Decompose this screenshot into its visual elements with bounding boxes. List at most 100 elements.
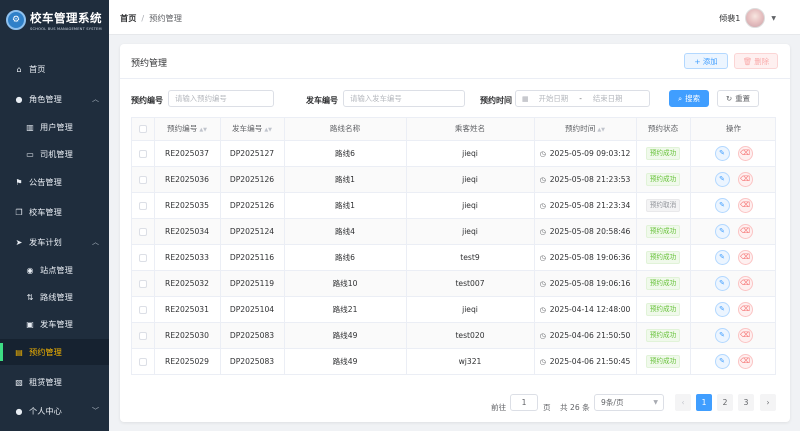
status-cell: 预约成功	[636, 348, 691, 374]
column-reservation-no[interactable]: 预约编号 ▲▼	[154, 118, 221, 141]
route-cell: 路线49	[284, 348, 407, 374]
sidebar-item-drivers[interactable]: ▭ 司机管理	[0, 141, 109, 167]
time-cell: ◷ 2025-04-06 21:50:50	[534, 322, 637, 349]
delete-row-button[interactable]: ⌫	[737, 275, 753, 291]
table-row[interactable]: RE2025035 DP2025126 路线1 jieqi ◷ 2025-05-08 21…	[132, 192, 775, 219]
edit-button[interactable]: ✎	[714, 249, 730, 265]
sort-icon[interactable]: ▲▼	[264, 127, 272, 133]
time-cell: ◷ 2025-05-08 20:58:46	[534, 218, 637, 245]
edit-button[interactable]: ✎	[714, 301, 730, 317]
search-icon: ⌕	[678, 93, 683, 103]
search-button[interactable]: ⌕ 搜索	[669, 90, 709, 107]
edit-button[interactable]: ✎	[714, 223, 730, 239]
sidebar-item-routes[interactable]: ⇅ 路线管理	[0, 284, 109, 310]
edit-button[interactable]: ✎	[714, 275, 730, 291]
sidebar-item-roles[interactable]: ● 角色管理 ︿	[0, 86, 109, 112]
table-row[interactable]: RE2025032 DP2025119 路线10 test007 ◷ 2025-05-08…	[132, 270, 775, 297]
column-passenger: 乘客姓名	[406, 118, 535, 141]
next-page-button[interactable]: ›	[760, 394, 776, 411]
sidebar-item-buses[interactable]: ❐ 校车管理	[0, 199, 109, 225]
row-checkbox[interactable]	[132, 322, 155, 349]
edit-button[interactable]: ✎	[714, 197, 730, 213]
row-checkbox[interactable]	[132, 348, 155, 374]
reservation-time-label: 预约时间	[480, 96, 512, 105]
sidebar-item-reservations[interactable]: ▤ 预约管理	[0, 339, 109, 365]
trash-icon: ⌫	[740, 174, 750, 183]
delete-row-button[interactable]: ⌫	[737, 249, 753, 265]
table-row[interactable]: RE2025030 DP2025083 路线49 test020 ◷ 2025-04-06…	[132, 322, 775, 349]
bus-logo-icon: ⚙	[6, 10, 26, 30]
edit-button[interactable]: ✎	[714, 327, 730, 343]
page-3[interactable]: 3	[738, 394, 754, 411]
column-time[interactable]: 预约时间 ▲▼	[534, 118, 637, 141]
sidebar-item-schedule[interactable]: ➤ 发车计划 ︿	[0, 229, 109, 255]
breadcrumb-home[interactable]: 首页	[120, 13, 136, 23]
table-row[interactable]: RE2025029 DP2025083 路线49 wj321 ◷ 2025-04-06 2…	[132, 348, 775, 374]
date-range-picker[interactable]: ▦ 开始日期 - 结束日期	[515, 90, 650, 107]
sidebar-item-profile[interactable]: ● 个人中心 ﹀	[0, 398, 109, 424]
row-checkbox[interactable]	[132, 244, 155, 271]
avatar[interactable]	[745, 8, 766, 28]
prev-page-button[interactable]: ‹	[675, 394, 691, 411]
table-row[interactable]: RE2025034 DP2025124 路线4 jieqi ◷ 2025-05-08 20…	[132, 218, 775, 245]
clock-icon: ◷	[539, 175, 546, 184]
sidebar-item-users[interactable]: ▥ 用户管理	[0, 114, 109, 140]
departure-no-cell: DP2025126	[220, 166, 285, 193]
departure-no-input[interactable]	[343, 90, 465, 107]
status-cell: 预约成功	[636, 270, 691, 297]
select-all-checkbox[interactable]	[132, 118, 155, 141]
sidebar-item-notices[interactable]: ⚑ 公告管理	[0, 169, 109, 195]
page-size-select[interactable]: 9条/页 ▼	[594, 394, 664, 411]
row-checkbox[interactable]	[132, 218, 155, 245]
delete-row-button[interactable]: ⌫	[737, 145, 753, 161]
user-name[interactable]: 倾裴1	[719, 13, 740, 24]
table-row[interactable]: RE2025037 DP2025127 路线6 jieqi ◷ 2025-05-09 09…	[132, 140, 775, 167]
column-departure-no[interactable]: 发车编号 ▲▼	[220, 118, 285, 141]
departure-no-cell: DP2025127	[220, 140, 285, 167]
sidebar-item-departures[interactable]: ▣ 发车管理	[0, 311, 109, 337]
caret-down-icon[interactable]: ▼	[771, 15, 776, 22]
row-checkbox[interactable]	[132, 192, 155, 219]
delete-row-button[interactable]: ⌫	[737, 197, 753, 213]
passenger-cell: test007	[406, 270, 535, 297]
user-icon: ●	[15, 94, 23, 104]
user-menu[interactable]: 倾裴1 ▼	[719, 8, 776, 28]
row-checkbox[interactable]	[132, 140, 155, 167]
reservation-no-input[interactable]	[168, 90, 274, 107]
reservation-table: 预约编号 ▲▼ 发车编号 ▲▼ 路线名称 乘客姓名 预约时间 ▲▼ 预约状态 操作 R…	[131, 117, 776, 375]
edit-button[interactable]: ✎	[714, 171, 730, 187]
edit-button[interactable]: ✎	[714, 145, 730, 161]
page-2[interactable]: 2	[717, 394, 733, 411]
route-cell: 路线49	[284, 322, 407, 349]
sort-icon[interactable]: ▲▼	[597, 127, 605, 133]
goto-page-input[interactable]: 1	[510, 394, 538, 411]
delete-button[interactable]: 🗑 删除	[734, 53, 778, 69]
top-header: 首页 / 预约管理 倾裴1 ▼	[109, 0, 800, 35]
delete-row-button[interactable]: ⌫	[737, 171, 753, 187]
delete-row-button[interactable]: ⌫	[737, 223, 753, 239]
page-1[interactable]: 1	[696, 394, 712, 411]
sort-icon[interactable]: ▲▼	[199, 127, 207, 133]
add-button[interactable]: + 添加	[684, 53, 728, 69]
row-checkbox[interactable]	[132, 270, 155, 297]
sidebar-item-rentals[interactable]: ▧ 租赁管理	[0, 369, 109, 395]
sidebar: ⚙ 校车管理系统 SCHOOL BUS MANAGEMENT SYSTEM ⌂ …	[0, 0, 109, 431]
sidebar-item-stations[interactable]: ◉ 站点管理	[0, 257, 109, 283]
departure-no-cell: DP2025083	[220, 348, 285, 374]
status-cell: 预约成功	[636, 166, 691, 193]
reset-button[interactable]: ↻ 重置	[717, 90, 759, 107]
status-cell: 预约成功	[636, 296, 691, 323]
start-date[interactable]: 开始日期	[539, 93, 569, 104]
sidebar-item-home[interactable]: ⌂ 首页	[0, 56, 109, 82]
table-row[interactable]: RE2025031 DP2025104 路线21 jieqi ◷ 2025-04-14 1…	[132, 296, 775, 323]
row-checkbox[interactable]	[132, 166, 155, 193]
edit-button[interactable]: ✎	[714, 353, 730, 369]
table-row[interactable]: RE2025033 DP2025116 路线6 test9 ◷ 2025-05-08 19…	[132, 244, 775, 271]
end-date[interactable]: 结束日期	[593, 93, 623, 104]
delete-row-button[interactable]: ⌫	[737, 327, 753, 343]
row-checkbox[interactable]	[132, 296, 155, 323]
table-row[interactable]: RE2025036 DP2025126 路线1 jieqi ◷ 2025-05-08 21…	[132, 166, 775, 193]
actions-cell: ✎ ⌫	[690, 244, 775, 271]
delete-row-button[interactable]: ⌫	[737, 301, 753, 317]
delete-row-button[interactable]: ⌫	[737, 353, 753, 369]
